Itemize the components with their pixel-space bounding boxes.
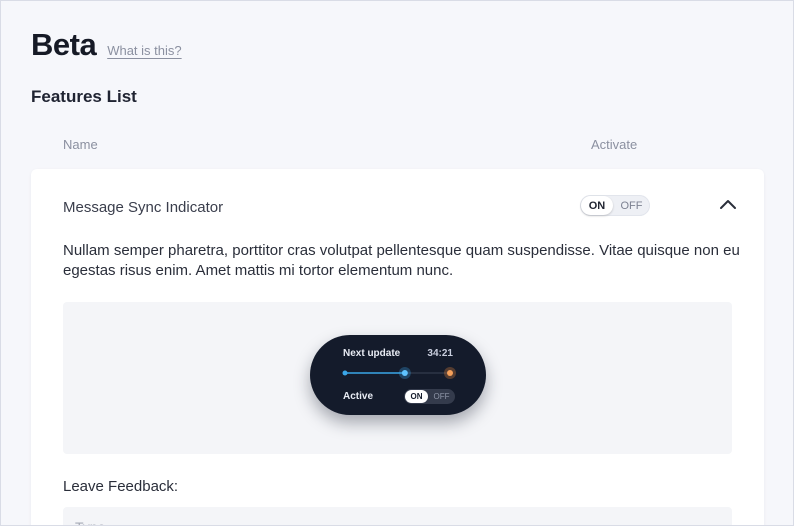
toggle-on-option[interactable]: ON — [581, 196, 613, 215]
preview-active-toggle: ON OFF — [404, 389, 455, 404]
sync-indicator-widget: Next update 34:21 Active ON OFF — [310, 335, 486, 415]
active-label: Active — [343, 391, 374, 402]
sync-progress-track — [342, 367, 456, 379]
beta-page: Beta What is this? Features List Name Ac… — [0, 0, 794, 526]
feature-name: Message Sync Indicator — [63, 199, 224, 216]
preview-toggle-on: ON — [405, 390, 428, 403]
chevron-up-icon[interactable] — [717, 195, 739, 213]
feedback-label: Leave Feedback: — [63, 478, 179, 495]
feature-preview-panel: Next update 34:21 Active ON OFF — [63, 302, 732, 454]
next-update-time: 34:21 — [427, 348, 453, 359]
progress-position-dot — [401, 370, 408, 376]
progress-end-dot — [447, 370, 453, 376]
next-update-label: Next update — [343, 348, 401, 359]
column-header-activate: Activate — [591, 137, 638, 152]
progress-start-dot — [342, 370, 348, 376]
title-row: Beta What is this? — [31, 27, 182, 63]
feature-description: Nullam semper pharetra, porttitor cras v… — [63, 242, 740, 279]
toggle-off-option[interactable]: OFF — [613, 200, 650, 212]
feedback-input[interactable] — [63, 507, 732, 525]
features-list-heading: Features List — [31, 87, 137, 106]
column-header-name: Name — [63, 137, 98, 152]
feature-activate-toggle[interactable]: ON OFF — [580, 195, 650, 216]
what-is-this-link[interactable]: What is this? — [107, 43, 181, 58]
preview-toggle-off: OFF — [433, 392, 450, 401]
feature-card: Message Sync Indicator ON OFF Nullam sem… — [31, 169, 764, 525]
page-title: Beta — [31, 27, 97, 62]
